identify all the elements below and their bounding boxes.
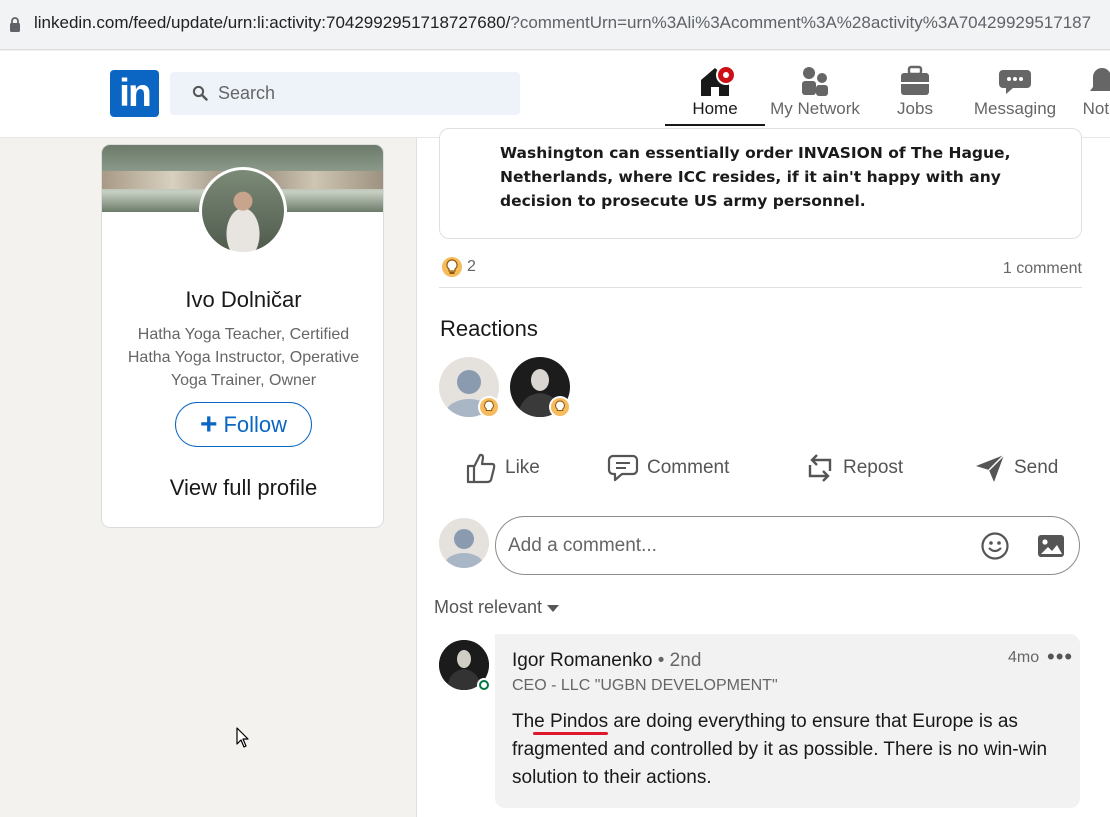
- lock-icon: [10, 17, 20, 32]
- bell-icon: [1090, 68, 1110, 91]
- comment-button[interactable]: Comment: [607, 444, 729, 492]
- thumbs-up-icon: [466, 453, 496, 484]
- lightbulb-reaction-badge: [549, 396, 571, 418]
- nav-my-network[interactable]: My Network: [765, 63, 865, 126]
- notification-badge: [716, 65, 736, 85]
- comment-bubble-icon: [607, 454, 639, 482]
- message-icon: [999, 70, 1031, 94]
- insightful-lightbulb-icon: [480, 398, 498, 416]
- comment-text: The Pindos are doing everything to ensur…: [512, 711, 1048, 788]
- send-button[interactable]: Send: [974, 444, 1058, 492]
- browser-url-bar[interactable]: linkedin.com/feed/update/urn:li:activity…: [0, 0, 1110, 50]
- nav-notifications[interactable]: Notifi: [1062, 63, 1110, 126]
- search-input[interactable]: [218, 72, 508, 115]
- search-bar[interactable]: [170, 72, 520, 115]
- post-quote-text: Washington can essentially order INVASIO…: [500, 144, 1011, 210]
- connection-degree: • 2nd: [657, 650, 702, 671]
- image-icon[interactable]: [1036, 532, 1066, 560]
- person-icon: [444, 529, 484, 568]
- top-nav: in Home My Network Jobs: [0, 51, 1110, 138]
- follow-button[interactable]: + Follow: [175, 402, 312, 447]
- commenter-name[interactable]: Igor Romanenko: [512, 650, 652, 671]
- insightful-lightbulb-icon: [442, 257, 462, 277]
- add-comment-box[interactable]: [495, 516, 1080, 575]
- view-full-profile-link[interactable]: View full profile: [102, 475, 383, 501]
- reactions-heading: Reactions: [440, 316, 538, 341]
- post-panel: Washington can essentially order INVASIO…: [416, 128, 1110, 817]
- briefcase-icon: [901, 65, 929, 95]
- insightful-lightbulb-icon: [551, 398, 569, 416]
- commenter-avatar[interactable]: [439, 640, 491, 692]
- spellcheck-underline: [533, 732, 608, 735]
- repost-icon: [808, 454, 832, 482]
- url-text[interactable]: linkedin.com/feed/update/urn:li:activity…: [34, 13, 1091, 33]
- people-icon: [802, 67, 828, 96]
- profile-avatar[interactable]: [199, 167, 287, 255]
- commenter-headline: CEO - LLC "UGBN DEVELOPMENT": [512, 677, 778, 694]
- post-embedded-content[interactable]: Washington can essentially order INVASIO…: [439, 128, 1082, 239]
- post-actions-bar: Like Comment Repost Send: [439, 444, 1082, 492]
- search-icon: [192, 85, 208, 101]
- comment-input[interactable]: [508, 517, 968, 574]
- repost-button[interactable]: Repost: [805, 444, 903, 492]
- caret-down-icon: [547, 604, 560, 612]
- lightbulb-reaction-badge: [478, 396, 500, 418]
- online-status-indicator: [477, 678, 491, 692]
- nav-messaging[interactable]: Messaging: [965, 63, 1065, 126]
- mouse-cursor-icon: [236, 727, 249, 748]
- current-user-avatar[interactable]: [439, 518, 489, 568]
- comment-timestamp: 4mo: [1008, 649, 1040, 666]
- plus-icon: +: [199, 407, 218, 441]
- profile-card: Ivo Dolničar Hatha Yoga Teacher, Certifi…: [101, 144, 384, 528]
- nav-home[interactable]: Home: [665, 63, 765, 126]
- comment-count[interactable]: 1 comment: [1003, 260, 1082, 278]
- post-social-counts: 2 1 comment: [439, 254, 1082, 288]
- more-options-icon[interactable]: •••: [1047, 644, 1073, 670]
- profile-headline: Hatha Yoga Teacher, Certified Hatha Yoga…: [127, 326, 360, 389]
- reaction-count[interactable]: 2: [441, 256, 476, 278]
- like-button[interactable]: Like: [465, 444, 540, 492]
- emoji-icon[interactable]: [980, 531, 1010, 561]
- linkedin-logo[interactable]: in: [110, 70, 159, 117]
- profile-name[interactable]: Ivo Dolničar: [102, 287, 383, 313]
- nav-jobs[interactable]: Jobs: [875, 63, 955, 126]
- comment-item: Igor Romanenko • 2nd CEO - LLC "UGBN DEV…: [495, 634, 1080, 808]
- paper-plane-icon: [976, 454, 1005, 482]
- comment-sort-dropdown[interactable]: Most relevant: [434, 597, 560, 618]
